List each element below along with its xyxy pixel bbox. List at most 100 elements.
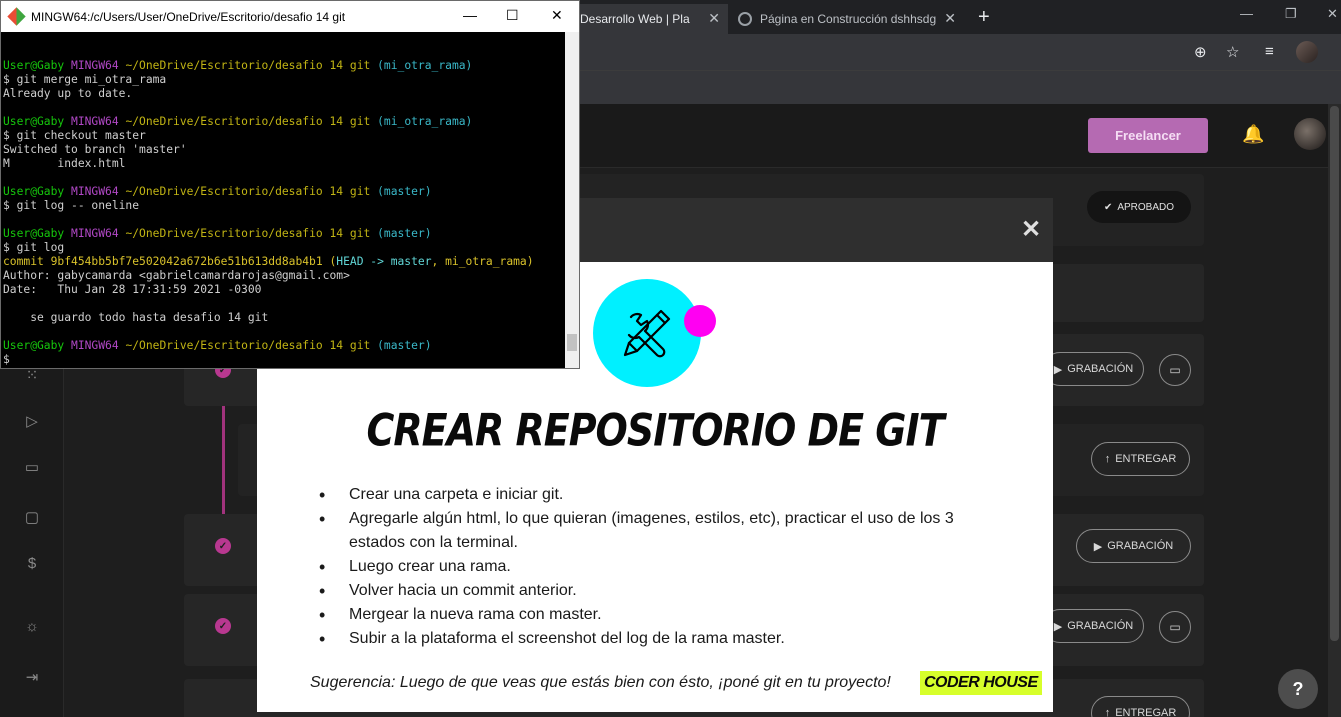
list-item: Volver hacia un commit anterior. (319, 579, 999, 603)
submit-label: ENTREGAR (1115, 453, 1177, 465)
output-line: M index.html (3, 157, 126, 170)
add-icon[interactable]: ⊕ (1194, 43, 1207, 61)
status-label: APROBADO (1117, 201, 1175, 213)
command-line: $ git checkout master (3, 129, 146, 142)
tab-close-icon[interactable]: ✕ (708, 10, 720, 27)
play-icon[interactable]: ▷ (22, 412, 42, 432)
upload-icon: ↑ (1104, 707, 1111, 717)
commit-hash: commit 9bf454bb5bf7e502042a672b6e51b613d… (3, 255, 323, 268)
chat-icon[interactable]: ▢ (22, 508, 42, 528)
close-icon[interactable]: ✕ (551, 7, 563, 24)
recording-label: GRABACIÓN (1067, 620, 1134, 632)
browser-tab-active[interactable]: e Desarrollo Web | Pla ✕ (560, 4, 728, 34)
tab-close-icon[interactable]: ✕ (944, 10, 956, 27)
commit-refs: ) (526, 255, 534, 268)
commit-refs: , mi_otra_rama (431, 255, 527, 268)
prompt-host: MINGW64 (71, 227, 119, 240)
submit-label: ENTREGAR (1115, 707, 1177, 717)
profile-avatar[interactable] (1296, 41, 1318, 63)
hero-circle (593, 279, 701, 387)
prompt-host: MINGW64 (71, 59, 119, 72)
prompt-user: User@Gaby (3, 115, 65, 128)
accent-dot (684, 305, 716, 337)
help-button[interactable]: ? (1278, 669, 1318, 709)
tab-title: e Desarrollo Web | Pla (570, 12, 690, 26)
list-item: Agregarle algún html, lo que quieran (im… (319, 507, 999, 555)
output-line: Already up to date. (3, 87, 133, 100)
submit-button[interactable]: ↑ ENTREGAR (1091, 696, 1190, 717)
close-icon[interactable]: ✕ (1021, 215, 1041, 244)
terminal-titlebar[interactable]: MINGW64:/c/Users/User/OneDrive/Escritori… (1, 1, 579, 32)
prompt-host: MINGW64 (71, 339, 119, 352)
prompt-user: User@Gaby (3, 59, 65, 72)
recording-button[interactable]: ▶ GRABACIÓN (1043, 609, 1144, 643)
prompt-path: ~/OneDrive/Escritorio/desafio 14 git (125, 339, 371, 352)
bell-icon[interactable]: 🔔 (1242, 124, 1264, 145)
grid-icon[interactable]: ⁙ (22, 366, 42, 386)
commit-date: Date: Thu Jan 28 17:31:59 2021 -0300 (3, 283, 262, 296)
prompt-user: User@Gaby (3, 227, 65, 240)
commit-head: HEAD -> master (336, 255, 432, 268)
prompt-user: User@Gaby (3, 185, 65, 198)
prompt-branch: (master) (377, 185, 432, 198)
terminal-output[interactable]: User@Gaby MINGW64 ~/OneDrive/Escritorio/… (3, 59, 534, 367)
terminal-window[interactable]: MINGW64:/c/Users/User/OneDrive/Escritori… (0, 0, 580, 369)
prompt-branch: (master) (377, 227, 432, 240)
maximize-icon[interactable]: ☐ (506, 7, 519, 24)
brand-logo: CODER HOUSE (920, 671, 1042, 695)
recording-label: GRABACIÓN (1067, 363, 1134, 375)
prompt-branch: (mi_otra_rama) (377, 115, 473, 128)
media-queue-icon[interactable]: ≡ (1265, 43, 1274, 60)
freelancer-button[interactable]: Freelancer (1088, 118, 1208, 153)
recording-label: GRABACIÓN (1107, 540, 1174, 552)
terminal-title: MINGW64:/c/Users/User/OneDrive/Escritori… (31, 10, 346, 24)
new-tab-icon[interactable]: + (978, 6, 990, 29)
completed-check-icon: ✓ (215, 618, 231, 634)
recording-button[interactable]: ▶ GRABACIÓN (1076, 529, 1191, 563)
git-bash-icon (7, 7, 26, 26)
list-item: Mergear la nueva rama con master. (319, 603, 999, 627)
tab-title: Página en Construcción dshhsdg (760, 12, 937, 26)
prompt-path: ~/OneDrive/Escritorio/desafio 14 git (125, 115, 371, 128)
browser-tab[interactable]: Página en Construcción dshhsdg ✕ (728, 4, 964, 34)
check-icon: ✔ (1103, 201, 1113, 213)
page-scrollbar[interactable] (1328, 104, 1341, 717)
minimize-icon[interactable]: — (463, 7, 477, 23)
list-item: Crear una carpeta e iniciar git. (319, 483, 999, 507)
prompt-path: ~/OneDrive/Escritorio/desafio 14 git (125, 185, 371, 198)
close-window-icon[interactable]: ✕ (1327, 6, 1338, 22)
upload-icon: ↑ (1104, 453, 1111, 465)
play-icon: ▶ (1053, 363, 1063, 376)
completed-check-icon: ✓ (215, 538, 231, 554)
status-badge: ✔ APROBADO (1087, 191, 1191, 223)
restore-window-icon[interactable]: ❐ (1285, 6, 1297, 22)
terminal-scrollbar[interactable] (565, 32, 579, 368)
dollar-icon[interactable]: $ (22, 555, 42, 575)
command-line: $ git log -- oneline (3, 199, 140, 212)
commit-message: se guardo todo hasta desafio 14 git (3, 311, 269, 324)
list-item: Luego crear una rama. (319, 555, 999, 579)
recording-button[interactable]: ▶ GRABACIÓN (1043, 352, 1144, 386)
command-line: $ git log (3, 241, 65, 254)
minimize-window-icon[interactable]: — (1240, 6, 1253, 21)
play-icon: ▶ (1053, 620, 1063, 633)
prompt-path: ~/OneDrive/Escritorio/desafio 14 git (125, 227, 371, 240)
commit-author: Author: gabycamarda <gabrielcamardarojas… (3, 269, 350, 282)
folder-icon[interactable]: ▭ (1159, 611, 1191, 643)
submit-button[interactable]: ↑ ENTREGAR (1091, 442, 1190, 476)
desktop: e Desarrollo Web | Pla ✕ Página en Const… (0, 0, 1341, 717)
logout-icon[interactable]: ⇥ (22, 668, 42, 688)
tip-text: Sugerencia: Luego de que veas que estás … (310, 674, 891, 691)
command-line: $ git merge mi_otra_rama (3, 73, 167, 86)
prompt-host: MINGW64 (71, 185, 119, 198)
folder-icon[interactable]: ▭ (1159, 354, 1191, 386)
timeline-line (222, 406, 225, 514)
user-avatar[interactable] (1294, 118, 1326, 150)
list-item: Subir a la plataforma el screenshot del … (319, 627, 999, 651)
sun-icon[interactable]: ☼ (22, 618, 42, 638)
play-icon: ▶ (1093, 540, 1103, 553)
prompt-branch: (master) (377, 339, 432, 352)
briefcase-icon[interactable]: ▭ (22, 458, 42, 478)
bookmark-star-icon[interactable]: ☆ (1226, 43, 1239, 61)
command-prompt[interactable]: $ (3, 353, 10, 366)
